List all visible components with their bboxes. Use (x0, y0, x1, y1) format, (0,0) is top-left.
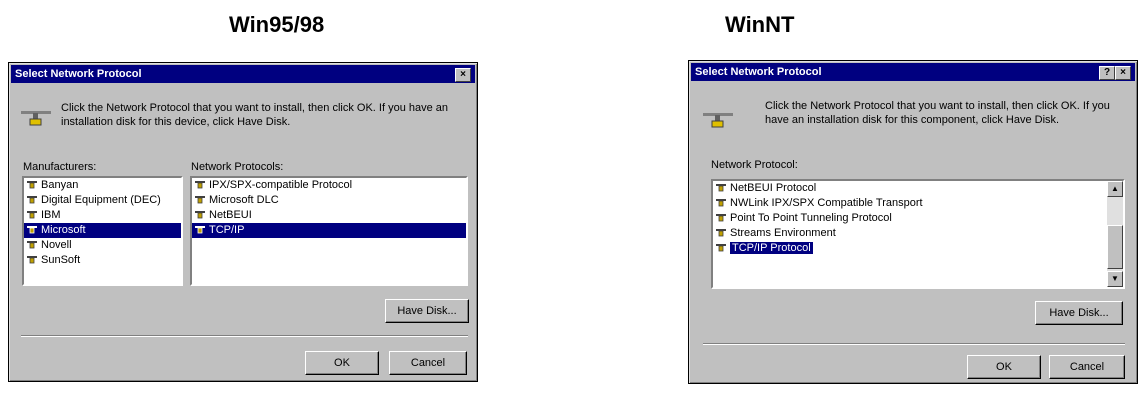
scroll-up-arrow-icon[interactable]: ▲ (1107, 181, 1123, 197)
dialog-separator (21, 335, 468, 337)
close-button[interactable]: × (455, 68, 471, 82)
manufacturer-item[interactable]: IBM (24, 208, 181, 223)
protocol-item[interactable]: Streams Environment (713, 226, 1123, 241)
cancel-label: Cancel (1069, 361, 1105, 373)
manufacturer-item[interactable]: SunSoft (24, 253, 181, 268)
vertical-scrollbar[interactable]: ▲ ▼ (1107, 181, 1123, 287)
ok-label: OK (996, 361, 1012, 373)
have-disk-button[interactable]: Have Disk... (385, 299, 469, 323)
manufacturer-item[interactable]: Digital Equipment (DEC) (24, 193, 181, 208)
protocol-item[interactable]: Microsoft DLC (192, 193, 466, 208)
protocol-icon (27, 181, 37, 189)
close-button[interactable]: × (1115, 66, 1131, 80)
scroll-thumb[interactable] (1107, 225, 1123, 269)
manufacturer-label: Microsoft (41, 224, 86, 236)
protocol-icon (716, 229, 726, 237)
dialog-title: Select Network Protocol (695, 66, 822, 78)
winnt-select-network-protocol-dialog: Select Network Protocol ? × Click the Ne… (688, 60, 1138, 384)
protocol-icon (27, 241, 37, 249)
network-protocol-icon (21, 111, 51, 126)
protocol-icon (195, 196, 205, 204)
manufacturer-item[interactable]: Banyan (24, 178, 181, 193)
dialog-separator (703, 343, 1125, 345)
ok-button[interactable]: OK (305, 351, 379, 375)
have-disk-label: Have Disk... (1049, 307, 1109, 319)
have-disk-label: Have Disk... (397, 305, 457, 317)
protocol-icon (195, 226, 205, 234)
manufacturer-label: IBM (41, 209, 61, 221)
protocol-item-selected[interactable]: TCP/IP Protocol (713, 241, 1123, 256)
network-protocol-icon (703, 113, 733, 128)
protocol-icon (27, 211, 37, 219)
scroll-down-arrow-icon[interactable]: ▼ (1107, 271, 1123, 287)
cancel-label: Cancel (410, 357, 446, 369)
protocol-label: NWLink IPX/SPX Compatible Transport (730, 197, 923, 209)
help-icon: ? (1103, 67, 1111, 78)
protocol-label: TCP/IP Protocol (730, 242, 813, 254)
network-protocols-list[interactable]: IPX/SPX-compatible Protocol Microsoft DL… (190, 176, 468, 286)
manufacturer-item[interactable]: Novell (24, 238, 181, 253)
have-disk-button[interactable]: Have Disk... (1035, 301, 1123, 325)
protocol-icon (195, 211, 205, 219)
dialog-description: Click the Network Protocol that you want… (765, 100, 1110, 126)
protocol-icon (716, 184, 726, 192)
dialog-titlebar: Select Network Protocol ? × (691, 63, 1135, 81)
dialog-titlebar: Select Network Protocol × (11, 65, 475, 83)
ok-label: OK (334, 357, 350, 369)
protocol-item[interactable]: NWLink IPX/SPX Compatible Transport (713, 196, 1123, 211)
protocol-label: TCP/IP (209, 224, 245, 236)
winnt-heading: WinNT (725, 12, 795, 37)
protocol-icon (27, 226, 37, 234)
win95-heading: Win95/98 (229, 12, 325, 37)
protocol-icon (27, 196, 37, 204)
cancel-button[interactable]: Cancel (389, 351, 467, 375)
protocol-label: NetBEUI Protocol (730, 182, 817, 194)
manufacturer-label: Novell (41, 239, 72, 251)
network-protocol-label: Network Protocol: (711, 159, 798, 171)
close-icon: × (1120, 67, 1126, 78)
protocol-item[interactable]: IPX/SPX-compatible Protocol (192, 178, 466, 193)
close-icon: × (460, 69, 466, 80)
manufacturers-label: Manufacturers: (23, 161, 97, 173)
manufacturer-label: SunSoft (41, 254, 81, 266)
protocol-item[interactable]: Point To Point Tunneling Protocol (713, 211, 1123, 226)
protocol-icon (716, 244, 726, 252)
protocol-label: Streams Environment (730, 227, 836, 239)
cancel-button[interactable]: Cancel (1049, 355, 1125, 379)
protocol-label: Point To Point Tunneling Protocol (730, 212, 892, 224)
dialog-description: Click the Network Protocol that you want… (61, 102, 449, 128)
win95-select-network-protocol-dialog: Select Network Protocol × Click the Netw… (8, 62, 478, 382)
manufacturer-label: Banyan (41, 179, 79, 191)
network-protocol-list[interactable]: NetBEUI Protocol NWLink IPX/SPX Compatib… (711, 179, 1125, 289)
ok-button[interactable]: OK (967, 355, 1041, 379)
manufacturer-label: Digital Equipment (DEC) (41, 194, 161, 206)
dialog-title: Select Network Protocol (15, 68, 142, 80)
manufacturer-item-selected[interactable]: Microsoft (24, 223, 181, 238)
protocol-icon (716, 214, 726, 222)
protocol-item-selected[interactable]: TCP/IP (192, 223, 466, 238)
protocol-label: NetBEUI (209, 209, 252, 221)
protocol-icon (27, 256, 37, 264)
protocol-label: IPX/SPX-compatible Protocol (209, 179, 353, 191)
protocol-label: Microsoft DLC (209, 194, 279, 206)
protocol-item[interactable]: NetBEUI Protocol (713, 181, 1123, 196)
network-protocols-label: Network Protocols: (191, 161, 284, 173)
protocol-item[interactable]: NetBEUI (192, 208, 466, 223)
protocol-icon (716, 199, 726, 207)
protocol-icon (195, 181, 205, 189)
manufacturers-list[interactable]: Banyan Digital Equipment (DEC) IBM Micro… (22, 176, 183, 286)
help-button[interactable]: ? (1099, 66, 1115, 80)
